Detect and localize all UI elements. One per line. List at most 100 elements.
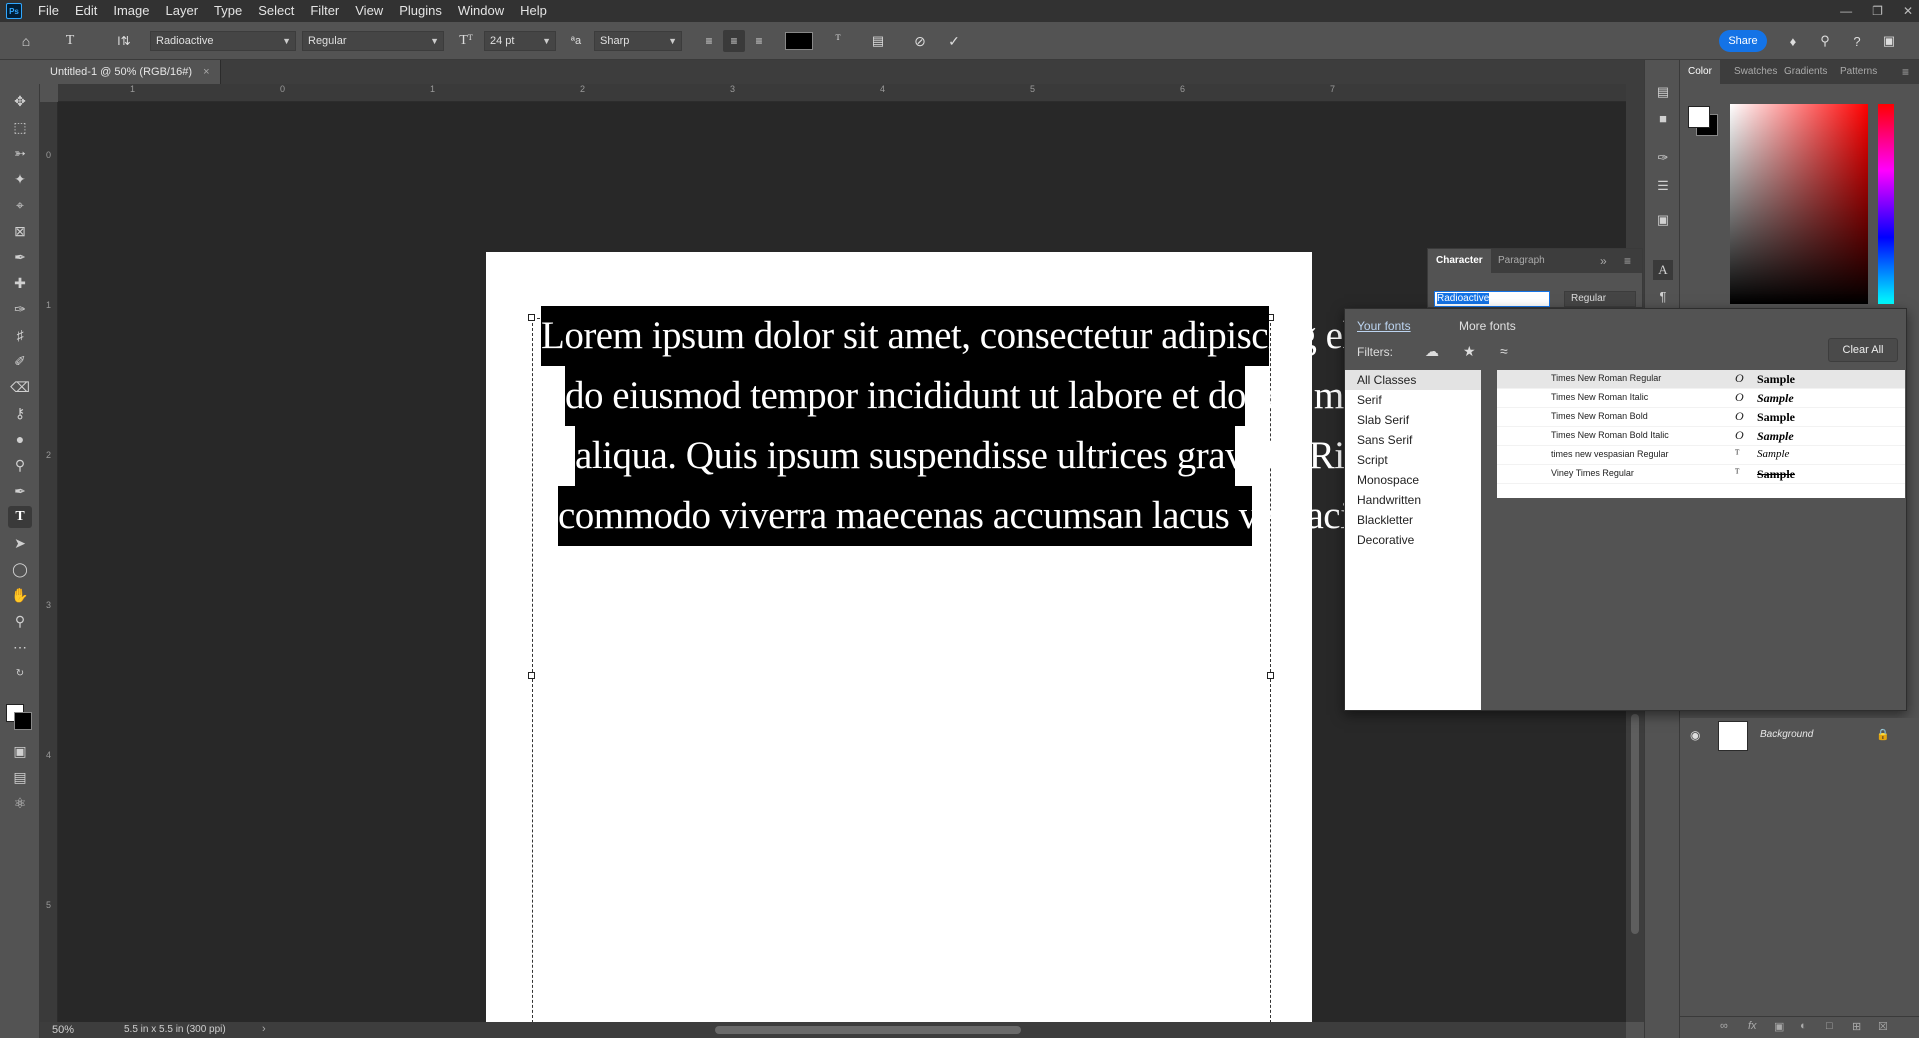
commit-edit-icon[interactable]: ✓ — [942, 30, 966, 52]
clear-all-button[interactable]: Clear All — [1828, 338, 1898, 362]
align-left-icon[interactable]: ≡ — [698, 30, 720, 52]
font-family-dropdown[interactable]: Radioactive ▼ — [150, 31, 296, 51]
pen-tool-icon[interactable]: ✒ — [8, 480, 32, 502]
home-icon[interactable]: ⌂ — [14, 30, 38, 52]
font-row[interactable]: Times New Roman Regular O Sample — [1497, 370, 1905, 389]
tab-paragraph[interactable]: Paragraph — [1498, 249, 1545, 273]
class-item[interactable]: Decorative — [1345, 530, 1481, 550]
font-row[interactable]: Times New Roman Bold Italic O Sample — [1497, 427, 1905, 446]
class-item[interactable]: Blackletter — [1345, 510, 1481, 530]
shape-tool-icon[interactable]: ◯ — [8, 558, 32, 580]
character-panel-icon[interactable]: A — [1653, 260, 1673, 280]
selected-text-block[interactable]: Lorem ipsum dolor sit amet, consectetur … — [540, 306, 1443, 546]
similar-filter-icon[interactable]: ≈ — [1500, 343, 1508, 359]
tab-more-fonts[interactable]: More fonts — [1459, 319, 1516, 333]
panel-menu-icon[interactable]: ≡ — [1902, 60, 1909, 84]
class-item[interactable]: Slab Serif — [1345, 410, 1481, 430]
swap-colors-icon[interactable]: ↻ — [8, 662, 32, 684]
search-icon[interactable]: ⚲ — [1814, 30, 1836, 52]
history-brush-tool-icon[interactable]: ✐ — [8, 350, 32, 372]
character-font-input[interactable]: Radioactive — [1434, 291, 1550, 307]
menu-type[interactable]: Type — [206, 0, 250, 22]
zoom-level[interactable]: 50% — [52, 1024, 74, 1036]
class-item[interactable]: Monospace — [1345, 470, 1481, 490]
tab-swatches[interactable]: Swatches — [1734, 60, 1777, 84]
crop-tool-icon[interactable]: ⌖ — [8, 194, 32, 216]
transform-handle[interactable] — [1267, 672, 1274, 679]
menu-plugins[interactable]: Plugins — [391, 0, 450, 22]
history-icon[interactable]: ▤ — [1653, 82, 1673, 102]
document-tab[interactable]: Untitled-1 @ 50% (RGB/16#) × — [40, 60, 221, 84]
type-tool-preset-icon[interactable]: T — [58, 30, 82, 52]
tab-your-fonts[interactable]: Your fonts — [1357, 319, 1411, 333]
adjustment-layer-icon[interactable]: ◐ — [1800, 1020, 1807, 1032]
class-item[interactable]: Script — [1345, 450, 1481, 470]
workspace-icon[interactable]: ▣ — [1878, 30, 1900, 52]
fx-icon[interactable]: fx — [1748, 1020, 1757, 1032]
link-layers-icon[interactable]: ∞ — [1720, 1020, 1728, 1032]
path-selection-tool-icon[interactable]: ➤ — [8, 532, 32, 554]
text-orientation-icon[interactable]: I⇅ — [112, 30, 136, 52]
panel-menu-icon[interactable]: ≡ — [1624, 249, 1631, 273]
menu-view[interactable]: View — [347, 0, 391, 22]
comments-icon[interactable]: ■ — [1653, 108, 1673, 128]
vertical-scroll-thumb[interactable] — [1631, 714, 1639, 934]
collapse-icon[interactable]: » — [1600, 249, 1607, 273]
text-color-swatch[interactable] — [785, 32, 813, 50]
menu-select[interactable]: Select — [250, 0, 302, 22]
frame-tool-icon[interactable]: ⊠ — [8, 220, 32, 242]
dodge-tool-icon[interactable]: ⚲ — [8, 454, 32, 476]
font-style-dropdown[interactable]: Regular ▼ — [302, 31, 444, 51]
transform-handle[interactable] — [528, 672, 535, 679]
brush-settings-icon[interactable]: ✑ — [1653, 148, 1673, 168]
favorites-filter-icon[interactable]: ★ — [1463, 343, 1476, 360]
visibility-eye-icon[interactable]: ◉ — [1690, 728, 1700, 742]
foreground-color-chip[interactable] — [1688, 106, 1710, 128]
align-right-icon[interactable]: ≡ — [748, 30, 770, 52]
cloud-filter-icon[interactable]: ☁ — [1425, 343, 1439, 360]
new-layer-icon[interactable]: ⊞ — [1852, 1020, 1861, 1033]
tab-color[interactable]: Color — [1680, 60, 1720, 84]
move-tool-icon[interactable]: ✥ — [8, 90, 32, 112]
horizontal-scroll-thumb[interactable] — [715, 1026, 1021, 1034]
font-size-dropdown[interactable]: 24 pt ▼ — [484, 31, 556, 51]
paint-bucket-tool-icon[interactable]: ⚷ — [8, 402, 32, 424]
font-row[interactable]: Viney Times Regular ᵀ Sample — [1497, 465, 1905, 484]
font-row[interactable]: times new vespasian Regular ᵀ Sample — [1497, 446, 1905, 465]
hand-tool-icon[interactable]: ✋ — [8, 584, 32, 606]
lasso-tool-icon[interactable]: ➳ — [8, 142, 32, 164]
align-center-icon[interactable]: ≡ — [723, 30, 745, 52]
class-item[interactable]: All Classes — [1345, 370, 1481, 390]
eraser-tool-icon[interactable]: ⌫ — [8, 376, 32, 398]
group-folder-icon[interactable]: □ — [1826, 1020, 1833, 1032]
menu-window[interactable]: Window — [450, 0, 512, 22]
menu-edit[interactable]: Edit — [67, 0, 105, 22]
tab-gradients[interactable]: Gradients — [1784, 60, 1827, 84]
class-item[interactable]: Handwritten — [1345, 490, 1481, 510]
warp-text-icon[interactable]: ᵀ — [826, 30, 850, 52]
notifications-icon[interactable]: ♦ — [1782, 30, 1804, 52]
delete-layer-icon[interactable]: ☒ — [1878, 1020, 1888, 1033]
libraries-icon[interactable]: ▣ — [1653, 210, 1673, 230]
paragraph-panel-icon[interactable]: ¶ — [1653, 286, 1673, 306]
quick-mask-icon[interactable]: ▣ — [8, 740, 32, 762]
hue-slider[interactable] — [1878, 104, 1894, 304]
menu-layer[interactable]: Layer — [158, 0, 207, 22]
restore-icon[interactable]: ❐ — [1872, 0, 1883, 22]
layer-row-background[interactable]: ◉ Background 🔒 — [1680, 718, 1919, 752]
menu-filter[interactable]: Filter — [302, 0, 347, 22]
menu-file[interactable]: File — [30, 0, 67, 22]
character-panel-toggle-icon[interactable]: ▤ — [866, 30, 890, 52]
brush-tool-icon[interactable]: ✑ — [8, 298, 32, 320]
font-row[interactable]: Times New Roman Italic O Sample — [1497, 389, 1905, 408]
font-row[interactable]: Times New Roman Bold O Sample — [1497, 408, 1905, 427]
chevron-right-icon[interactable]: › — [262, 1023, 266, 1035]
clone-stamp-tool-icon[interactable]: ♯ — [8, 324, 32, 346]
more-tools-icon[interactable]: ⋯ — [8, 636, 32, 658]
tab-character[interactable]: Character — [1428, 249, 1491, 273]
menu-image[interactable]: Image — [105, 0, 157, 22]
menu-help[interactable]: Help — [512, 0, 555, 22]
character-style-dropdown[interactable]: Regular — [1564, 291, 1636, 307]
tab-patterns[interactable]: Patterns — [1840, 60, 1877, 84]
eyedropper-tool-icon[interactable]: ✒ — [8, 246, 32, 268]
